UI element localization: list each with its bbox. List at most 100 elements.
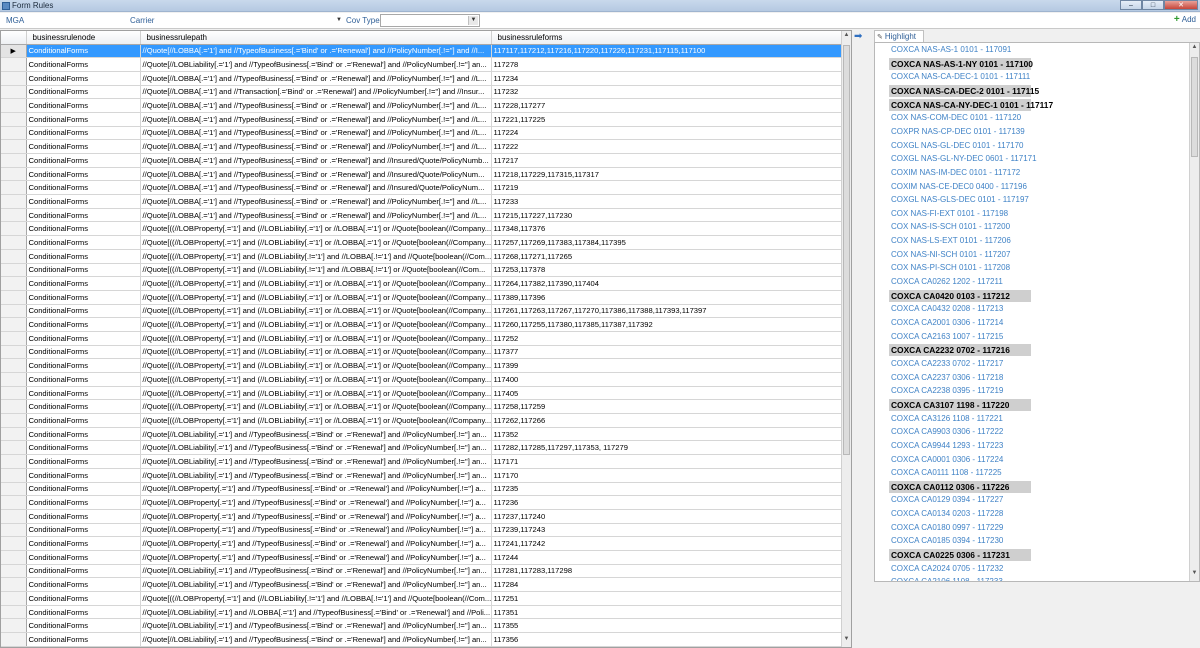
form-list-item[interactable]: COXCA CA0185 0394 - 117230 xyxy=(889,535,1005,547)
cell-businessruleforms[interactable]: 117253,117378 xyxy=(491,263,842,278)
cell-businessrulepath[interactable]: //Quote[((//LOBProperty[.='1'] and (//LO… xyxy=(140,372,492,387)
row-header[interactable] xyxy=(1,427,27,442)
row-header[interactable] xyxy=(1,591,27,606)
cell-businessrulenode[interactable]: ConditionalForms xyxy=(26,235,141,250)
row-header[interactable] xyxy=(1,523,27,538)
table-row[interactable]: ConditionalForms//Quote[((//LOBProperty[… xyxy=(1,290,842,305)
cell-businessrulenode[interactable]: ConditionalForms xyxy=(26,331,141,346)
form-list-item[interactable]: COXCA CA3107 1198 - 117220 xyxy=(889,398,1031,411)
cell-businessruleforms[interactable]: 117117,117212,117216,117220,117226,11723… xyxy=(491,44,842,59)
table-row[interactable]: ConditionalForms//Quote[((//LOBProperty[… xyxy=(1,372,842,387)
cell-businessruleforms[interactable]: 117217 xyxy=(491,153,842,168)
cell-businessrulepath[interactable]: //Quote[//LOBBA[.='1'] and //TypeofBusin… xyxy=(140,126,492,141)
row-header[interactable] xyxy=(1,126,27,141)
cell-businessruleforms[interactable]: 117215,117227,117230 xyxy=(491,208,842,223)
grid-vertical-scrollbar[interactable]: ▲ ▼ xyxy=(841,31,851,647)
row-header[interactable] xyxy=(1,550,27,565)
form-list-item[interactable]: COX NAS-LS-EXT 0101 - 117206 xyxy=(889,235,1013,247)
form-list-item[interactable]: COXCA CA2238 0395 - 117219 xyxy=(889,385,1005,397)
form-list-item[interactable]: COXGL NAS-GL-DEC 0101 - 117170 xyxy=(889,140,1026,152)
chevron-down-icon[interactable]: ▼ xyxy=(468,16,478,25)
cell-businessrulepath[interactable]: //Quote[((//LOBProperty[.='1'] and (//LO… xyxy=(140,221,492,237)
form-list-item[interactable]: COXCA CA2001 0306 - 117214 xyxy=(889,317,1005,329)
table-row[interactable]: ConditionalForms//Quote[((//LOBProperty[… xyxy=(1,358,842,373)
row-header[interactable] xyxy=(1,317,27,332)
cell-businessrulenode[interactable]: ConditionalForms xyxy=(26,167,141,182)
form-list-item[interactable]: COXGL NAS-GLS-DEC 0101 - 117197 xyxy=(889,194,1031,206)
row-header[interactable] xyxy=(1,372,27,387)
column-header-businessrulepath[interactable]: businessrulepath xyxy=(140,31,492,45)
cell-businessrulepath[interactable]: //Quote[//LOBBA[.='1'] and //TypeofBusin… xyxy=(140,98,492,113)
cell-businessrulepath[interactable]: //Quote[//LOBBA[.='1'] and //TypeofBusin… xyxy=(140,44,492,59)
cell-businessrulepath[interactable]: //Quote[//LOBBA[.='1'] and //Transaction… xyxy=(140,85,492,100)
row-header[interactable] xyxy=(1,345,27,360)
cell-businessruleforms[interactable]: 117237,117240 xyxy=(491,509,842,524)
form-list-item[interactable]: COXCA CA2233 0702 - 117217 xyxy=(889,358,1005,370)
table-row[interactable]: ConditionalForms//Quote[((//LOBProperty[… xyxy=(1,304,842,319)
cell-businessruleforms[interactable]: 117260,117255,117380,117385,117387,11739… xyxy=(491,317,842,332)
table-row[interactable]: ConditionalForms//Quote[//LOBProperty[.=… xyxy=(1,536,842,551)
cell-businessrulepath[interactable]: //Quote[//LOBBA[.='1'] and //TypeofBusin… xyxy=(140,194,492,209)
scroll-up-icon[interactable]: ▲ xyxy=(1190,44,1199,54)
cell-businessrulenode[interactable]: ConditionalForms xyxy=(26,399,141,415)
cell-businessruleforms[interactable]: 117218,117229,117315,117317 xyxy=(491,167,842,182)
cell-businessrulenode[interactable]: ConditionalForms xyxy=(26,208,141,223)
form-list-item[interactable]: COXCA NAS-AS-1 0101 - 117091 xyxy=(889,44,1013,56)
scroll-down-icon[interactable]: ▼ xyxy=(842,636,851,646)
form-list-item[interactable]: COXCA CA0112 0306 - 117226 xyxy=(889,480,1031,493)
cell-businessrulenode[interactable]: ConditionalForms xyxy=(26,372,141,387)
row-header[interactable] xyxy=(1,605,27,620)
cell-businessrulepath[interactable]: //Quote[//LOBLiability[.='1'] and //Type… xyxy=(140,427,492,442)
table-row[interactable]: ConditionalForms//Quote[//LOBBA[.='1'] a… xyxy=(1,139,842,154)
table-row[interactable]: ConditionalForms//Quote[//LOBLiability[.… xyxy=(1,427,842,442)
cell-businessruleforms[interactable]: 117224 xyxy=(491,126,842,141)
cell-businessrulenode[interactable]: ConditionalForms xyxy=(26,290,141,305)
form-list-item[interactable]: COX NAS-PI-SCH 0101 - 117208 xyxy=(889,262,1012,274)
row-header[interactable] xyxy=(1,632,27,647)
carrier-label[interactable]: Carrier xyxy=(130,16,154,25)
form-list-item[interactable]: COXCA NAS-AS-1-NY 0101 - 117100 xyxy=(889,57,1033,70)
row-header[interactable] xyxy=(1,564,27,579)
cell-businessruleforms[interactable]: 117222 xyxy=(491,139,842,154)
cell-businessrulenode[interactable]: ConditionalForms xyxy=(26,413,141,428)
cell-businessrulenode[interactable]: ConditionalForms xyxy=(26,317,141,332)
form-list-item[interactable]: COXIM NAS-IM-DEC 0101 - 117172 xyxy=(889,167,1022,179)
row-header[interactable] xyxy=(1,399,27,415)
form-list-item[interactable]: COXCA CA9944 1293 - 117223 xyxy=(889,440,1005,452)
rules-grid[interactable]: businessrulenode businessrulepath busine… xyxy=(0,30,852,648)
cell-businessruleforms[interactable]: 117377 xyxy=(491,345,842,360)
maximize-button[interactable]: □ xyxy=(1142,0,1164,10)
cell-businessruleforms[interactable]: 117235 xyxy=(491,482,842,497)
cell-businessruleforms[interactable]: 117234 xyxy=(491,71,842,86)
cell-businessruleforms[interactable]: 117244 xyxy=(491,550,842,565)
cell-businessrulenode[interactable]: ConditionalForms xyxy=(26,345,141,360)
cell-businessruleforms[interactable]: 117261,117263,117267,117270,117386,11738… xyxy=(491,304,842,319)
cell-businessrulenode[interactable]: ConditionalForms xyxy=(26,482,141,497)
cell-businessrulenode[interactable]: ConditionalForms xyxy=(26,112,141,127)
table-row[interactable]: ConditionalForms//Quote[//LOBLiability[.… xyxy=(1,577,842,592)
cell-businessrulepath[interactable]: //Quote[//LOBLiability[.='1'] and //Type… xyxy=(140,564,492,579)
cell-businessrulepath[interactable]: //Quote[((//LOBProperty[.='1'] and (//LO… xyxy=(140,331,492,346)
row-header[interactable] xyxy=(1,413,27,428)
carrier-dropdown-arrow-icon[interactable]: ▼ xyxy=(336,17,342,23)
row-header[interactable] xyxy=(1,235,27,250)
forms-list[interactable]: COXCA NAS-AS-1 0101 - 117091 COXCA NAS-AS… xyxy=(874,42,1200,582)
cell-businessrulepath[interactable]: //Quote[((//LOBProperty[.='1'] and (//LO… xyxy=(140,304,492,319)
cov-type-select[interactable]: ▼ xyxy=(380,14,480,27)
cell-businessruleforms[interactable]: 117281,117283,117298 xyxy=(491,564,842,579)
row-header[interactable] xyxy=(1,153,27,168)
cell-businessrulenode[interactable]: ConditionalForms xyxy=(26,440,141,456)
row-header[interactable] xyxy=(1,468,27,483)
form-list-item[interactable]: COXCA CA0420 0103 - 117212 xyxy=(889,289,1031,302)
cell-businessrulenode[interactable]: ConditionalForms xyxy=(26,44,141,59)
cell-businessruleforms[interactable]: 117282,117285,117297,117353, 117279 xyxy=(491,440,842,456)
cell-businessrulenode[interactable]: ConditionalForms xyxy=(26,153,141,168)
cell-businessrulenode[interactable]: ConditionalForms xyxy=(26,126,141,141)
cell-businessrulenode[interactable]: ConditionalForms xyxy=(26,358,141,373)
cell-businessrulepath[interactable]: //Quote[((//LOBProperty[.='1'] and (//LO… xyxy=(140,386,492,401)
cell-businessrulenode[interactable]: ConditionalForms xyxy=(26,509,141,524)
row-header-corner[interactable] xyxy=(1,31,27,45)
table-row[interactable]: ConditionalForms//Quote[((//LOBProperty[… xyxy=(1,317,842,332)
cell-businessrulepath[interactable]: //Quote[//LOBLiability[.='1'] and //Type… xyxy=(140,632,492,647)
row-header[interactable] xyxy=(1,139,27,154)
